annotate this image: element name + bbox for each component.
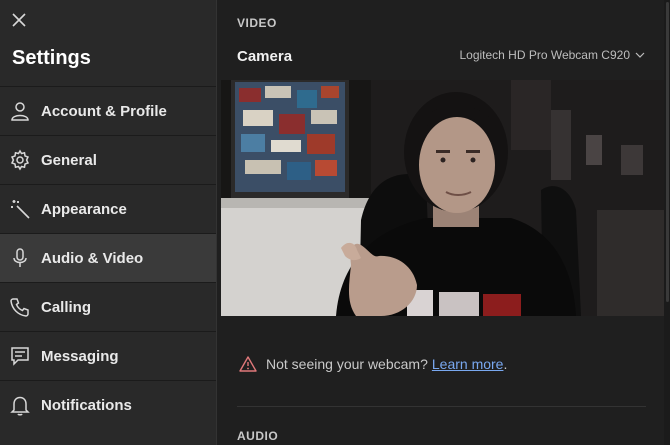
gear-icon — [8, 148, 32, 172]
webcam-warning: Not seeing your webcam? Learn more. — [239, 356, 507, 372]
camera-preview — [221, 80, 666, 316]
camera-select[interactable]: Logitech HD Pro Webcam C920 — [459, 48, 646, 62]
section-divider — [237, 406, 646, 407]
camera-row: Camera Logitech HD Pro Webcam C920 — [237, 46, 646, 66]
warning-text: Not seeing your webcam? — [266, 356, 428, 372]
sidebar-item-label: Account & Profile — [41, 102, 167, 120]
camera-select-value: Logitech HD Pro Webcam C920 — [459, 48, 630, 62]
message-icon — [8, 344, 32, 368]
scrollbar-thumb[interactable] — [666, 2, 669, 302]
sidebar-item-label: Messaging — [41, 347, 119, 365]
sidebar-item-calling[interactable]: Calling — [0, 282, 216, 331]
bell-icon — [8, 393, 32, 417]
sidebar-item-notifications[interactable]: Notifications — [0, 380, 216, 429]
learn-more-link[interactable]: Learn more — [432, 356, 504, 372]
sidebar-item-label: General — [41, 151, 97, 169]
sidebar-item-label: Audio & Video — [41, 249, 144, 267]
settings-sidebar: Settings Account & Profile General Appea… — [0, 0, 217, 445]
sidebar-item-messaging[interactable]: Messaging — [0, 331, 216, 380]
sidebar-item-general[interactable]: General — [0, 135, 216, 184]
warning-period: . — [503, 356, 508, 372]
person-icon — [8, 99, 32, 123]
magic-wand-icon — [8, 197, 32, 221]
microphone-icon — [8, 246, 32, 270]
warning-icon — [239, 356, 257, 372]
settings-main-panel: VIDEO Camera Logitech HD Pro Webcam C920 — [217, 0, 670, 445]
audio-section-title: AUDIO — [237, 429, 279, 443]
chevron-down-icon — [635, 52, 645, 58]
video-section-title: VIDEO — [237, 16, 277, 30]
sidebar-title: Settings — [12, 47, 91, 69]
sidebar-item-appearance[interactable]: Appearance — [0, 184, 216, 233]
sidebar-item-label: Notifications — [41, 396, 132, 414]
phone-icon — [8, 295, 32, 319]
camera-label: Camera — [237, 48, 293, 65]
settings-nav: Account & Profile General Appearance Aud… — [0, 86, 216, 429]
sidebar-item-account-profile[interactable]: Account & Profile — [0, 86, 216, 135]
sidebar-item-label: Calling — [41, 298, 92, 316]
scrollbar[interactable] — [664, 0, 670, 445]
webcam-preview-image — [221, 80, 666, 316]
sidebar-item-audio-video[interactable]: Audio & Video — [0, 233, 216, 282]
close-icon[interactable] — [11, 12, 27, 28]
sidebar-item-label: Appearance — [41, 200, 127, 218]
close-button[interactable] — [9, 10, 29, 30]
